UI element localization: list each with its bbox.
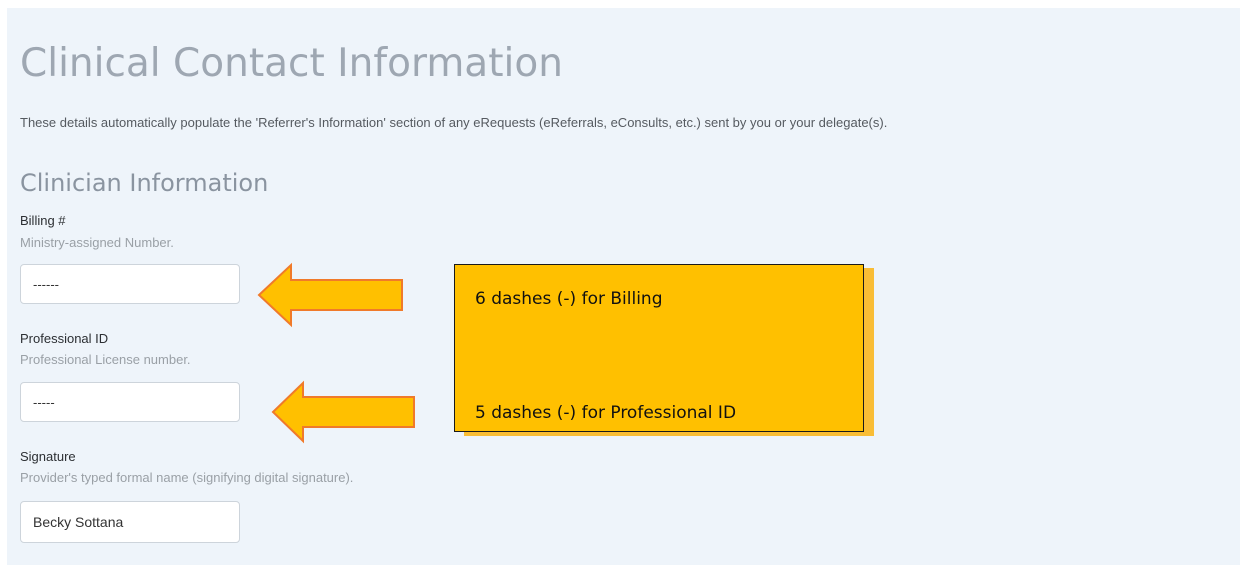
professional-id-label: Professional ID	[20, 331, 109, 346]
billing-arrow-icon	[257, 262, 403, 328]
callout-billing-note: 6 dashes (-) for Billing	[475, 289, 663, 309]
signature-help-text: Provider's typed formal name (signifying…	[20, 470, 354, 485]
professional-id-input[interactable]	[20, 382, 240, 422]
annotation-callout-box: 6 dashes (-) for Billing 5 dashes (-) fo…	[454, 264, 864, 432]
professional-id-arrow-icon	[271, 380, 415, 444]
page-title: Clinical Contact Information	[20, 41, 563, 86]
signature-input[interactable]	[20, 501, 240, 543]
page-description: These details automatically populate the…	[20, 115, 888, 130]
billing-number-input[interactable]	[20, 264, 240, 304]
signature-label: Signature	[20, 449, 76, 464]
callout-professional-id-note: 5 dashes (-) for Professional ID	[475, 403, 737, 423]
billing-label: Billing #	[20, 213, 66, 228]
section-heading: Clinician Information	[20, 169, 269, 197]
billing-help-text: Ministry-assigned Number.	[20, 235, 174, 250]
professional-id-help-text: Professional License number.	[20, 352, 191, 367]
